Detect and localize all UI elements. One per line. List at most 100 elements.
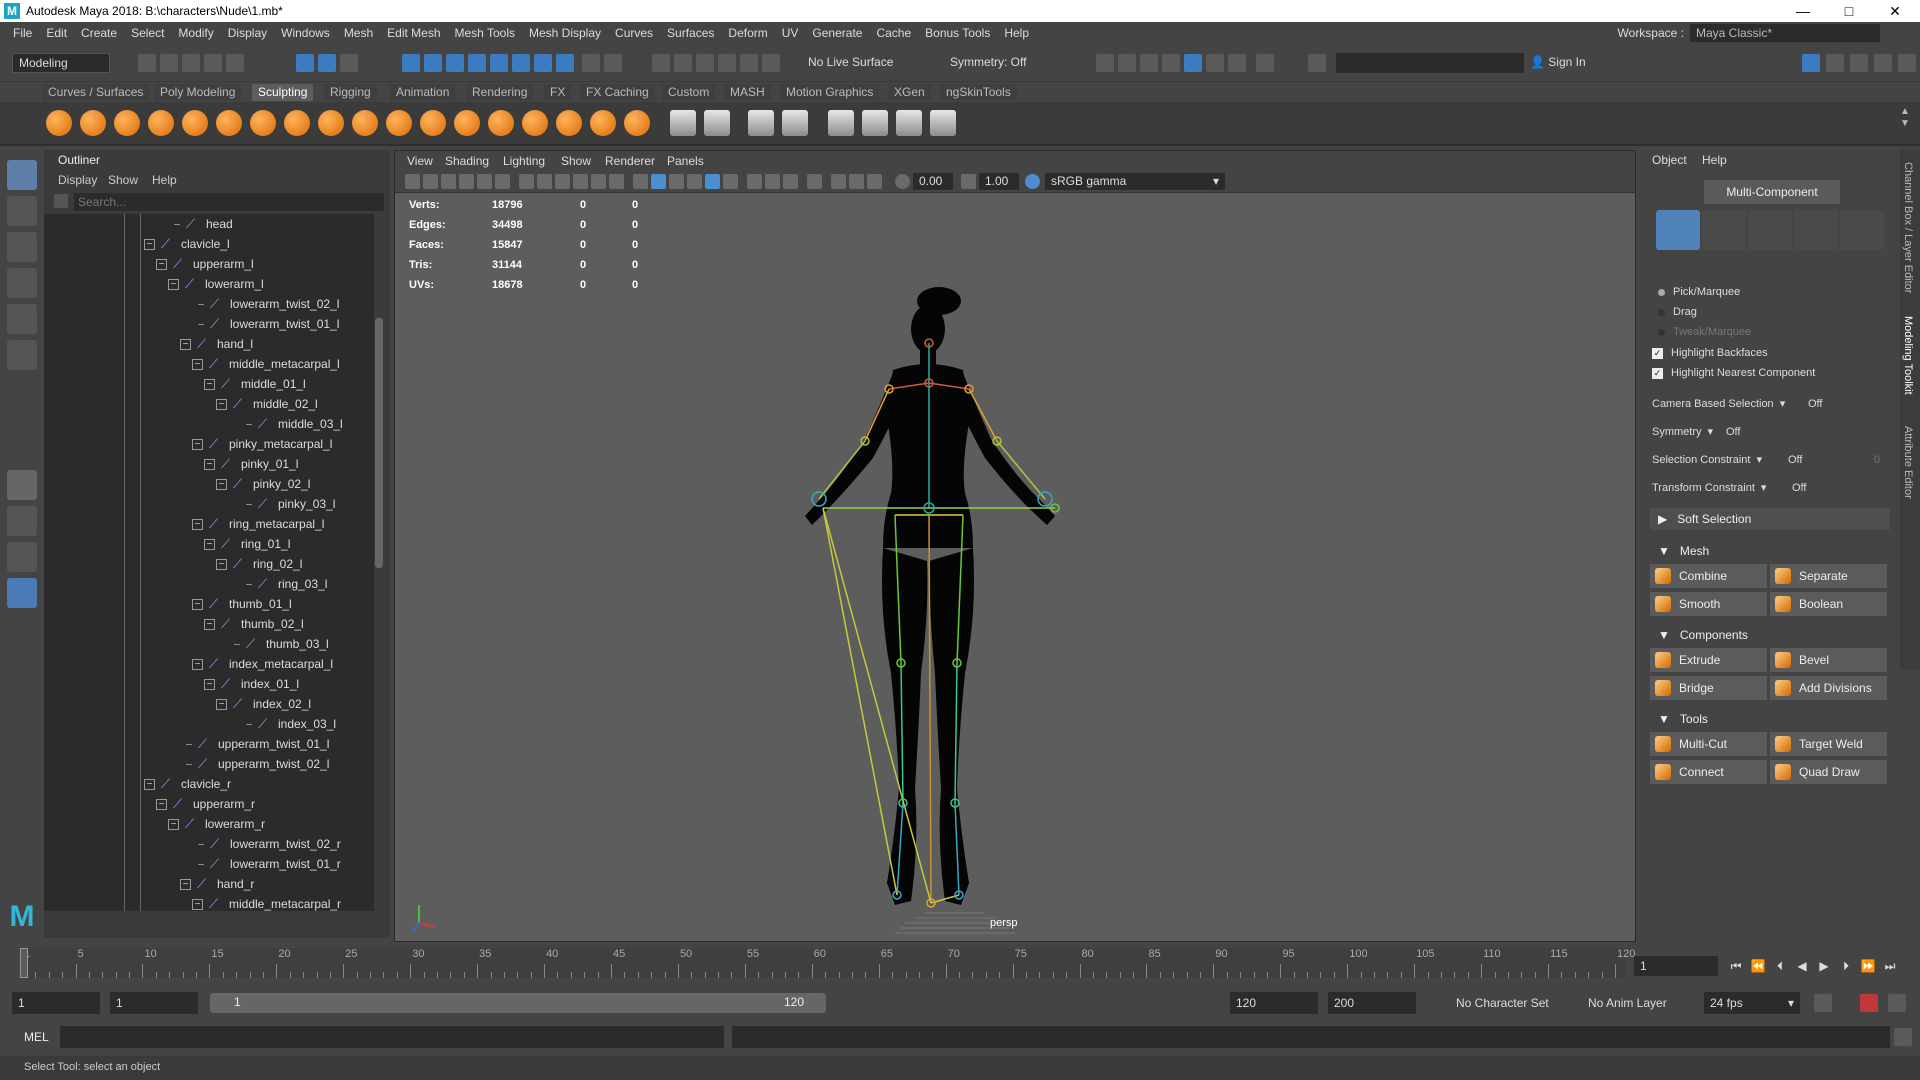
backface-culling-icon[interactable] bbox=[867, 174, 882, 189]
field-chart-icon[interactable] bbox=[591, 174, 606, 189]
multi-component-button[interactable]: Multi-Component bbox=[1704, 180, 1840, 204]
toolkit-menu-object[interactable]: Object bbox=[1652, 153, 1687, 167]
collapse-toggle-icon[interactable]: − bbox=[204, 538, 215, 550]
current-time-marker[interactable] bbox=[20, 948, 28, 978]
safe-action-icon[interactable] bbox=[609, 174, 624, 189]
layer-editor-toggle-icon[interactable] bbox=[1898, 54, 1916, 72]
tab-custom[interactable]: Custom bbox=[662, 84, 716, 101]
outliner-row[interactable]: − ⟋ upperarm_l bbox=[156, 254, 254, 274]
menu-create[interactable]: Create bbox=[74, 26, 124, 40]
edge-mode-icon[interactable] bbox=[1748, 210, 1792, 250]
outliner-row[interactable]: − ⟋ ring_01_l bbox=[204, 534, 290, 554]
collapse-toggle-icon[interactable]: − bbox=[168, 818, 179, 830]
outliner-scroll-thumb[interactable] bbox=[375, 318, 383, 568]
viewport-menu-view[interactable]: View bbox=[407, 154, 433, 168]
tab-fx-caching[interactable]: FX Caching bbox=[580, 84, 655, 101]
outliner-row[interactable]: − ⟋ thumb_01_l bbox=[192, 594, 292, 614]
select-dynamics-icon[interactable] bbox=[512, 54, 530, 72]
collapse-toggle-icon[interactable]: − bbox=[204, 378, 215, 390]
outliner-row[interactable]: − ⟋ middle_metacarpal_l bbox=[192, 354, 340, 374]
animation-start-field[interactable]: 1 bbox=[12, 992, 100, 1014]
collapse-toggle-icon[interactable]: − bbox=[192, 898, 203, 910]
smooth-button[interactable]: Smooth bbox=[1650, 592, 1767, 616]
collapse-toggle-icon[interactable]: − bbox=[144, 778, 155, 790]
select-deformations-icon[interactable] bbox=[490, 54, 508, 72]
outliner-row[interactable]: − ⟋ pinky_02_l bbox=[216, 474, 310, 494]
tab-xgen[interactable]: XGen bbox=[888, 84, 931, 101]
tab-motion-graphics[interactable]: Motion Graphics bbox=[780, 84, 880, 101]
bevel-button[interactable]: Bevel bbox=[1770, 648, 1887, 672]
outliner-row[interactable]: − ⟋ upperarm_r bbox=[156, 794, 255, 814]
menu-curves[interactable]: Curves bbox=[608, 26, 660, 40]
animation-preferences-icon[interactable] bbox=[1888, 994, 1906, 1012]
outliner-row[interactable]: ⟋ pinky_03_l bbox=[246, 494, 335, 514]
lock-selection-icon[interactable] bbox=[582, 54, 600, 72]
make-live-icon[interactable] bbox=[762, 54, 780, 72]
face-mode-icon[interactable] bbox=[1794, 210, 1838, 250]
menu-cache[interactable]: Cache bbox=[869, 26, 918, 40]
collapse-toggle-icon[interactable]: − bbox=[192, 518, 203, 530]
collapse-toggle-icon[interactable]: − bbox=[192, 658, 203, 670]
shelf-scroll-icon[interactable]: ▲ ▼ bbox=[1898, 106, 1912, 142]
collapse-toggle-icon[interactable]: − bbox=[192, 598, 203, 610]
fill-tool-icon[interactable] bbox=[454, 110, 480, 136]
mesh-tool-icon[interactable] bbox=[896, 110, 922, 136]
knife-tool-icon[interactable] bbox=[488, 110, 514, 136]
single-perspective-view-icon[interactable] bbox=[7, 470, 37, 500]
exposure-field[interactable]: 0.00 bbox=[913, 173, 953, 190]
snap-to-view-plane-icon[interactable] bbox=[740, 54, 758, 72]
range-slider-bar[interactable]: 1 120 bbox=[210, 993, 826, 1013]
current-frame-field[interactable]: 1 bbox=[1634, 956, 1718, 976]
minimize-button[interactable]: — bbox=[1780, 0, 1826, 22]
collapse-toggle-icon[interactable]: − bbox=[204, 458, 215, 470]
ipr-render-icon[interactable] bbox=[1118, 54, 1136, 72]
close-button[interactable]: ✕ bbox=[1872, 0, 1918, 22]
multi-cut-button[interactable]: Multi-Cut bbox=[1650, 732, 1767, 756]
bookmarks-icon[interactable] bbox=[441, 174, 456, 189]
highlight-selection-icon[interactable] bbox=[604, 54, 622, 72]
collapse-toggle-icon[interactable]: − bbox=[216, 398, 227, 410]
collapse-toggle-icon[interactable]: − bbox=[156, 798, 167, 810]
imprint-tool-icon[interactable] bbox=[352, 110, 378, 136]
symmetry-field[interactable]: Symmetry: Off bbox=[944, 53, 1030, 73]
smooth-tool-icon[interactable] bbox=[80, 110, 106, 136]
selection-constraint-row[interactable]: Selection Constraint ▾ Off 0 bbox=[1652, 450, 1892, 470]
render-current-frame-icon[interactable] bbox=[1096, 54, 1114, 72]
viewport-menu-renderer[interactable]: Renderer bbox=[605, 154, 655, 168]
outliner-row[interactable]: ⟋ lowerarm_twist_02_r bbox=[198, 834, 341, 854]
quad-draw-button[interactable]: Quad Draw bbox=[1770, 760, 1887, 784]
tab-channel-box[interactable]: Channel Box / Layer Editor bbox=[1902, 162, 1914, 293]
outliner-row[interactable]: − ⟋ lowerarm_l bbox=[168, 274, 264, 294]
collapse-toggle-icon[interactable]: − bbox=[156, 258, 167, 270]
viewport-menu-shading[interactable]: Shading bbox=[445, 154, 489, 168]
select-handles-icon[interactable] bbox=[402, 54, 420, 72]
scrape-tool-icon[interactable] bbox=[420, 110, 446, 136]
character-set-dropdown[interactable]: No Character Set bbox=[1450, 992, 1578, 1014]
outliner-row[interactable]: − ⟋ index_metacarpal_l bbox=[192, 654, 333, 674]
outliner-search-input[interactable]: Search... bbox=[74, 193, 384, 211]
menu-edit-mesh[interactable]: Edit Mesh bbox=[380, 26, 447, 40]
tool-settings-toggle-icon[interactable] bbox=[1850, 54, 1868, 72]
menu-help[interactable]: Help bbox=[997, 26, 1036, 40]
outliner-row[interactable]: ⟋ upperarm_twist_02_l bbox=[186, 754, 329, 774]
workspace-dropdown[interactable]: Maya Classic* bbox=[1690, 24, 1880, 42]
gamma-field[interactable]: 1.00 bbox=[979, 173, 1019, 190]
command-language-label[interactable]: MEL bbox=[24, 1030, 49, 1044]
collapse-toggle-icon[interactable]: − bbox=[204, 618, 215, 630]
select-misc-icon[interactable] bbox=[556, 54, 574, 72]
pause-viewport-icon[interactable] bbox=[1256, 54, 1274, 72]
select-joints-icon[interactable] bbox=[424, 54, 442, 72]
tab-rendering[interactable]: Rendering bbox=[466, 84, 534, 101]
modeling-toolkit-toggle-icon[interactable] bbox=[1874, 54, 1892, 72]
color-management-icon[interactable] bbox=[1025, 174, 1040, 189]
target-weld-button[interactable]: Target Weld bbox=[1770, 732, 1887, 756]
highlight-nearest-checkbox[interactable]: ✓ Highlight Nearest Component bbox=[1652, 364, 1815, 382]
filter-icon[interactable] bbox=[54, 194, 68, 208]
snap-to-curve-icon[interactable] bbox=[674, 54, 692, 72]
outliner-row[interactable]: − ⟋ pinky_01_l bbox=[204, 454, 298, 474]
step-back-key-icon[interactable]: ⏪ bbox=[1750, 958, 1766, 974]
channel-box-toggle-icon[interactable] bbox=[1802, 54, 1820, 72]
play-backwards-icon[interactable]: ◀ bbox=[1794, 958, 1810, 974]
new-scene-icon[interactable] bbox=[138, 54, 156, 72]
select-by-component-icon[interactable] bbox=[340, 54, 358, 72]
